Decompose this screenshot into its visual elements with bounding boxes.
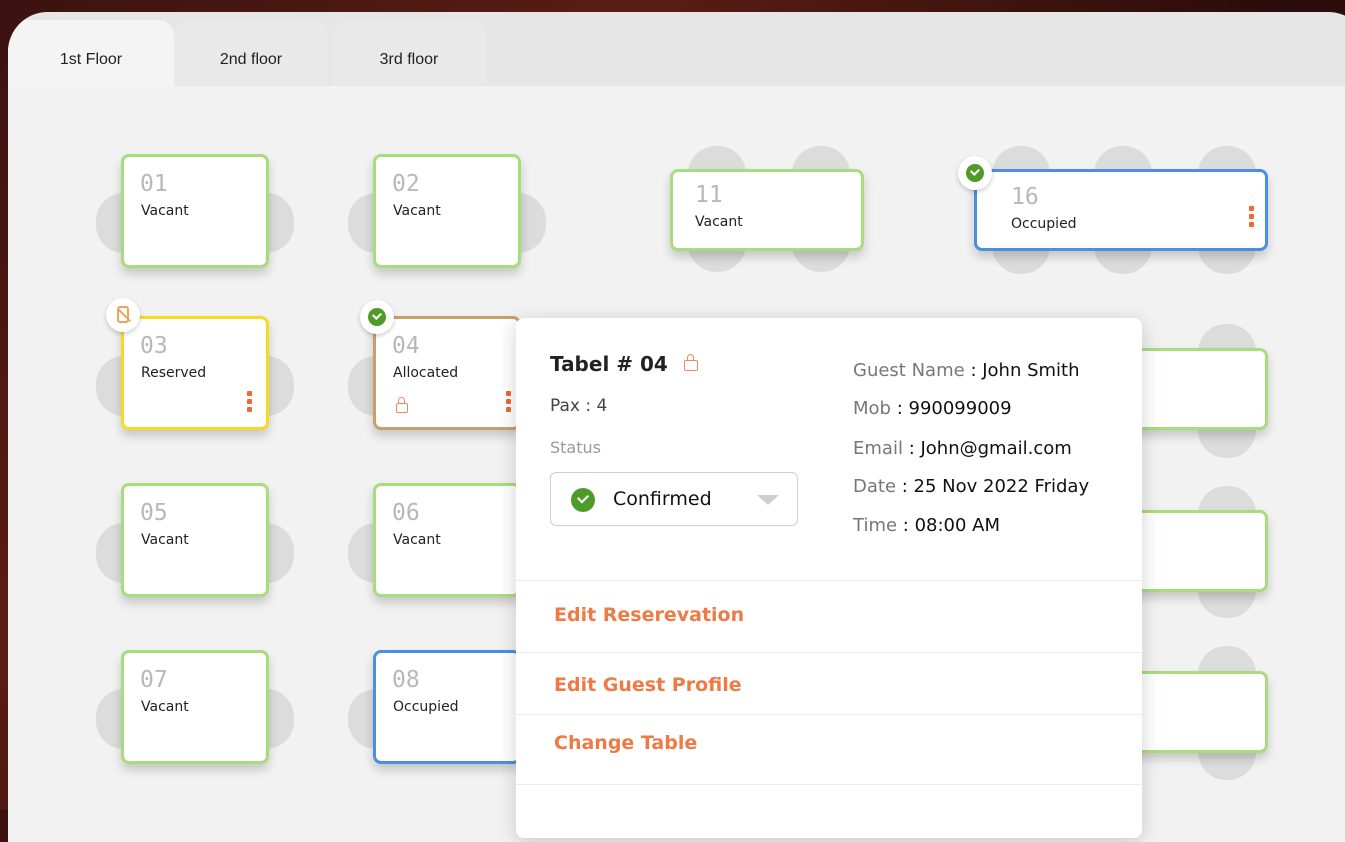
chair xyxy=(348,523,376,583)
tab-3rd-floor[interactable]: 3rd floor xyxy=(332,20,486,86)
table-status: Reserved xyxy=(141,365,207,381)
table-status: Vacant xyxy=(141,699,189,715)
table-status: Vacant xyxy=(141,532,189,548)
chair xyxy=(348,356,376,416)
edit-reservation-button[interactable]: Edit Reserevation xyxy=(554,604,744,626)
chair xyxy=(1198,750,1256,780)
divider xyxy=(516,784,1142,785)
table-status: Occupied xyxy=(393,699,459,715)
status-value: Confirmed xyxy=(613,488,712,510)
chevron-down-icon xyxy=(757,495,779,505)
table-status: Occupied xyxy=(1011,216,1077,232)
table-06[interactable]: 06 Vacant xyxy=(373,483,521,597)
chair xyxy=(96,689,124,749)
table-number: 02 xyxy=(392,171,420,197)
table-status: Allocated xyxy=(393,365,459,381)
time-label: Time xyxy=(853,515,898,536)
mobile-number: : 990099009 xyxy=(896,398,1012,419)
no-phone-badge-icon xyxy=(106,298,140,332)
table-number: 11 xyxy=(695,182,723,208)
chair xyxy=(518,193,546,253)
popup-title: Tabel # 04 xyxy=(550,352,668,376)
table-02[interactable]: 02 Vacant xyxy=(373,154,521,268)
more-options-icon[interactable] xyxy=(506,391,511,415)
table-16[interactable]: 16 Occupied xyxy=(974,169,1268,251)
change-table-button[interactable]: Change Table xyxy=(554,732,697,754)
table-number: 07 xyxy=(140,667,168,693)
table-status: Vacant xyxy=(695,214,743,230)
table-05[interactable]: 05 Vacant xyxy=(121,483,269,597)
mobile-row: Mob : 990099009 xyxy=(853,398,1012,419)
chair xyxy=(348,689,376,749)
more-options-icon[interactable] xyxy=(247,391,252,415)
lock-icon xyxy=(684,354,698,371)
table-status: Vacant xyxy=(141,203,189,219)
table-number: 08 xyxy=(392,667,420,693)
table-01[interactable]: 01 Vacant xyxy=(121,154,269,268)
table-03[interactable]: 03 Reserved xyxy=(121,316,269,430)
tab-2nd-floor[interactable]: 2nd floor xyxy=(174,20,328,86)
chair xyxy=(96,523,124,583)
table-08[interactable]: 08 Occupied xyxy=(373,650,521,764)
guest-name-row: Guest Name : John Smith xyxy=(853,360,1080,381)
status-dropdown[interactable]: Confirmed xyxy=(550,472,798,526)
chair xyxy=(348,193,376,253)
table-04[interactable]: 04 Allocated xyxy=(373,316,521,430)
mobile-label: Mob xyxy=(853,398,891,419)
confirmed-badge-icon xyxy=(958,156,992,190)
time-row: Time : 08:00 AM xyxy=(853,515,1000,536)
edit-guest-profile-button[interactable]: Edit Guest Profile xyxy=(554,674,742,696)
chair xyxy=(96,356,124,416)
divider xyxy=(516,580,1142,581)
chair xyxy=(266,356,294,416)
chair xyxy=(96,193,124,253)
chair xyxy=(266,523,294,583)
chair xyxy=(1198,428,1256,458)
chair xyxy=(1198,588,1256,618)
guest-name-label: Guest Name xyxy=(853,360,965,381)
table-number: 06 xyxy=(392,500,420,526)
table-number: 03 xyxy=(140,333,168,359)
table-number: 16 xyxy=(1011,184,1039,210)
more-options-icon[interactable] xyxy=(1249,206,1254,230)
divider xyxy=(516,714,1142,715)
floor-tab-bar: 1st Floor 2nd floor 3rd floor xyxy=(8,12,1345,86)
table-number: 05 xyxy=(140,500,168,526)
date-label: Date xyxy=(853,476,897,497)
lock-icon xyxy=(396,397,408,413)
divider xyxy=(516,652,1142,653)
table-status: Vacant xyxy=(393,532,441,548)
tab-1st-floor[interactable]: 1st Floor xyxy=(8,20,174,86)
table-status: Vacant xyxy=(393,203,441,219)
status-label: Status xyxy=(550,438,601,457)
table-number: 01 xyxy=(140,171,168,197)
confirmed-badge-icon xyxy=(360,300,394,334)
pax-count: Pax : 4 xyxy=(550,396,608,416)
confirmed-icon xyxy=(571,488,595,512)
table-07[interactable]: 07 Vacant xyxy=(121,650,269,764)
date-row: Date : 25 Nov 2022 Friday xyxy=(853,476,1089,497)
email-label: Email xyxy=(853,438,903,459)
chair xyxy=(266,689,294,749)
email-value: : John@gmail.com xyxy=(908,438,1072,459)
table-11[interactable]: 11 Vacant xyxy=(670,169,864,251)
reservation-popup: Tabel # 04 Pax : 4 Status Confirmed Gues… xyxy=(516,318,1142,838)
date-value: : 25 Nov 2022 Friday xyxy=(901,476,1090,497)
time-value: : 08:00 AM xyxy=(902,515,1001,536)
email-row: Email : John@gmail.com xyxy=(853,438,1072,459)
guest-name: : John Smith xyxy=(970,360,1080,381)
table-number: 04 xyxy=(392,333,420,359)
chair xyxy=(266,193,294,253)
